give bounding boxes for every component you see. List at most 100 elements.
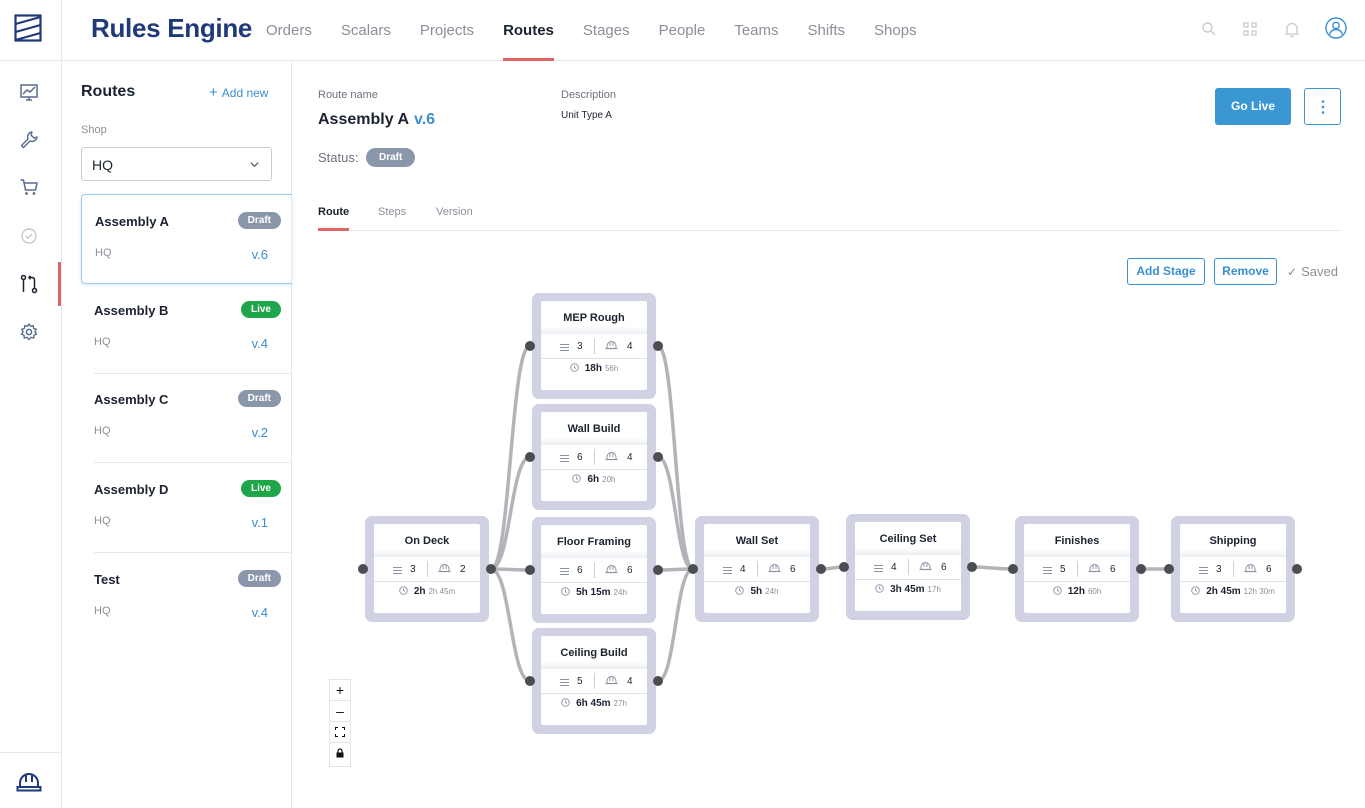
stage-on-deck[interactable]: On Deck 3 2 2h 2h 45m: [365, 516, 489, 622]
stage-steps-count: 3: [1216, 564, 1222, 575]
zoom-out-button[interactable]: –: [330, 701, 350, 722]
stage-card: On Deck 3 2 2h 2h 45m: [374, 524, 480, 613]
output-port-ceiling-build[interactable]: [653, 676, 663, 686]
steps-icon: [393, 566, 402, 574]
input-port-wall-build[interactable]: [525, 452, 535, 462]
output-port-on-deck[interactable]: [486, 564, 496, 574]
zoom-controls: + –: [329, 679, 351, 767]
stage-name: Shipping: [1209, 535, 1257, 547]
fit-view-icon: [335, 727, 345, 737]
stage-steps-count: 4: [891, 562, 897, 573]
output-port-ceiling-set[interactable]: [967, 562, 977, 572]
input-port-ceiling-set[interactable]: [839, 562, 849, 572]
stage-crew-count: 6: [941, 562, 947, 573]
stage-steps-count: 5: [1060, 564, 1066, 575]
crew-hardhat-icon: [1088, 563, 1101, 573]
stage-crew-count: 4: [627, 676, 633, 687]
stage-steps-count: 3: [577, 341, 583, 352]
crew-hardhat-icon: [919, 561, 932, 571]
stage-wall-set[interactable]: Wall Set 4 6 5h 24h: [695, 516, 819, 622]
stage-ceiling-set[interactable]: Ceiling Set 4 6 3h 45m 17h: [846, 514, 970, 620]
stage-finishes[interactable]: Finishes 5 6 12h 60h: [1015, 516, 1139, 622]
stage-name: On Deck: [404, 535, 450, 547]
input-port-on-deck[interactable]: [358, 564, 368, 574]
crew-hardhat-icon: [605, 675, 618, 685]
crew-hardhat-icon: [605, 340, 618, 350]
edge-ceiling-set-to-finishes[interactable]: [971, 565, 1014, 571]
stage-card: Floor Framing 6 6 5h 15m 24h: [541, 525, 647, 614]
stage-wall-build[interactable]: Wall Build 6 4 6h 20h: [532, 404, 656, 510]
stage-crew-count: 2: [460, 564, 466, 575]
stage-card: Wall Build 6 4 6h 20h: [541, 412, 647, 501]
steps-icon: [874, 564, 883, 572]
clock-icon: [1052, 586, 1062, 595]
input-port-wall-set[interactable]: [688, 564, 698, 574]
crew-hardhat-icon: [1244, 563, 1257, 573]
steps-icon: [560, 678, 569, 686]
input-port-ceiling-build[interactable]: [525, 676, 535, 686]
stage-card: Wall Set 4 6 5h 24h: [704, 524, 810, 613]
output-port-wall-build[interactable]: [653, 452, 663, 462]
clock-icon: [735, 586, 745, 595]
stage-duration: 6h 20h: [541, 474, 647, 485]
input-port-shipping[interactable]: [1164, 564, 1174, 574]
output-port-shipping[interactable]: [1292, 564, 1302, 574]
output-port-finishes[interactable]: [1136, 564, 1146, 574]
steps-icon: [1043, 566, 1052, 574]
output-port-wall-set[interactable]: [816, 564, 826, 574]
stage-card: Finishes 5 6 12h 60h: [1024, 524, 1130, 613]
steps-icon: [560, 567, 569, 575]
stage-name: Ceiling Build: [560, 647, 628, 659]
clock-icon: [561, 698, 570, 707]
stage-duration: 2h 2h 45m: [374, 586, 480, 597]
stage-crew-count: 4: [627, 341, 633, 352]
stage-card: Ceiling Build 5 4 6h 45m 27h: [541, 636, 647, 725]
input-port-mep-rough[interactable]: [525, 341, 535, 351]
fit-view-button[interactable]: [330, 722, 350, 743]
stage-steps-count: 3: [410, 564, 416, 575]
stage-crew-count: 6: [790, 564, 796, 575]
crew-hardhat-icon: [605, 564, 618, 574]
output-port-floor-framing[interactable]: [653, 565, 663, 575]
output-port-mep-rough[interactable]: [653, 341, 663, 351]
lock-icon: [336, 748, 344, 758]
edge-on-deck-to-ceiling-build[interactable]: [490, 567, 531, 683]
stage-duration: 12h 60h: [1024, 586, 1130, 597]
stage-steps-count: 4: [740, 564, 746, 575]
steps-icon: [723, 566, 732, 574]
clock-icon: [561, 587, 570, 596]
stage-crew-count: 6: [1266, 564, 1272, 575]
edge-ceiling-build-to-wall-set[interactable]: [657, 567, 694, 683]
input-port-finishes[interactable]: [1008, 564, 1018, 574]
steps-icon: [1199, 566, 1208, 574]
input-port-floor-framing[interactable]: [525, 565, 535, 575]
route-graph: On Deck 3 2 2h 2h 45m MEP Rough 3 4 18h 56h Wall B…: [0, 0, 1365, 808]
stage-duration: 18h 56h: [541, 363, 647, 374]
stage-floor-framing[interactable]: Floor Framing 6 6 5h 15m 24h: [532, 517, 656, 623]
stage-name: Wall Build: [567, 423, 621, 435]
stage-name: Floor Framing: [557, 536, 631, 548]
clock-icon: [399, 586, 408, 595]
stage-duration: 2h 45m 12h 30m: [1180, 586, 1286, 597]
clock-icon: [572, 474, 582, 483]
clock-icon: [569, 363, 579, 372]
stage-card: Ceiling Set 4 6 3h 45m 17h: [855, 522, 961, 611]
stage-name: Ceiling Set: [879, 533, 937, 545]
stage-crew-count: 4: [627, 452, 633, 463]
stage-duration: 5h 24h: [704, 586, 810, 597]
stage-steps-count: 6: [577, 565, 583, 576]
stage-card: Shipping 3 6 2h 45m 12h 30m: [1180, 524, 1286, 613]
lock-view-button[interactable]: [330, 743, 350, 764]
route-edges: [490, 344, 1169, 683]
edge-mep-rough-to-wall-set[interactable]: [656, 344, 695, 571]
stage-duration: 6h 45m 27h: [541, 698, 647, 709]
stage-shipping[interactable]: Shipping 3 6 2h 45m 12h 30m: [1171, 516, 1295, 622]
steps-icon: [560, 454, 569, 462]
stage-steps-count: 5: [577, 676, 583, 687]
zoom-in-button[interactable]: +: [330, 680, 350, 701]
stage-name: Wall Set: [735, 535, 779, 547]
stage-mep-rough[interactable]: MEP Rough 3 4 18h 56h: [532, 293, 656, 399]
stage-duration: 3h 45m 17h: [855, 584, 961, 595]
stage-ceiling-build[interactable]: Ceiling Build 5 4 6h 45m 27h: [532, 628, 656, 734]
crew-hardhat-icon: [605, 451, 618, 461]
